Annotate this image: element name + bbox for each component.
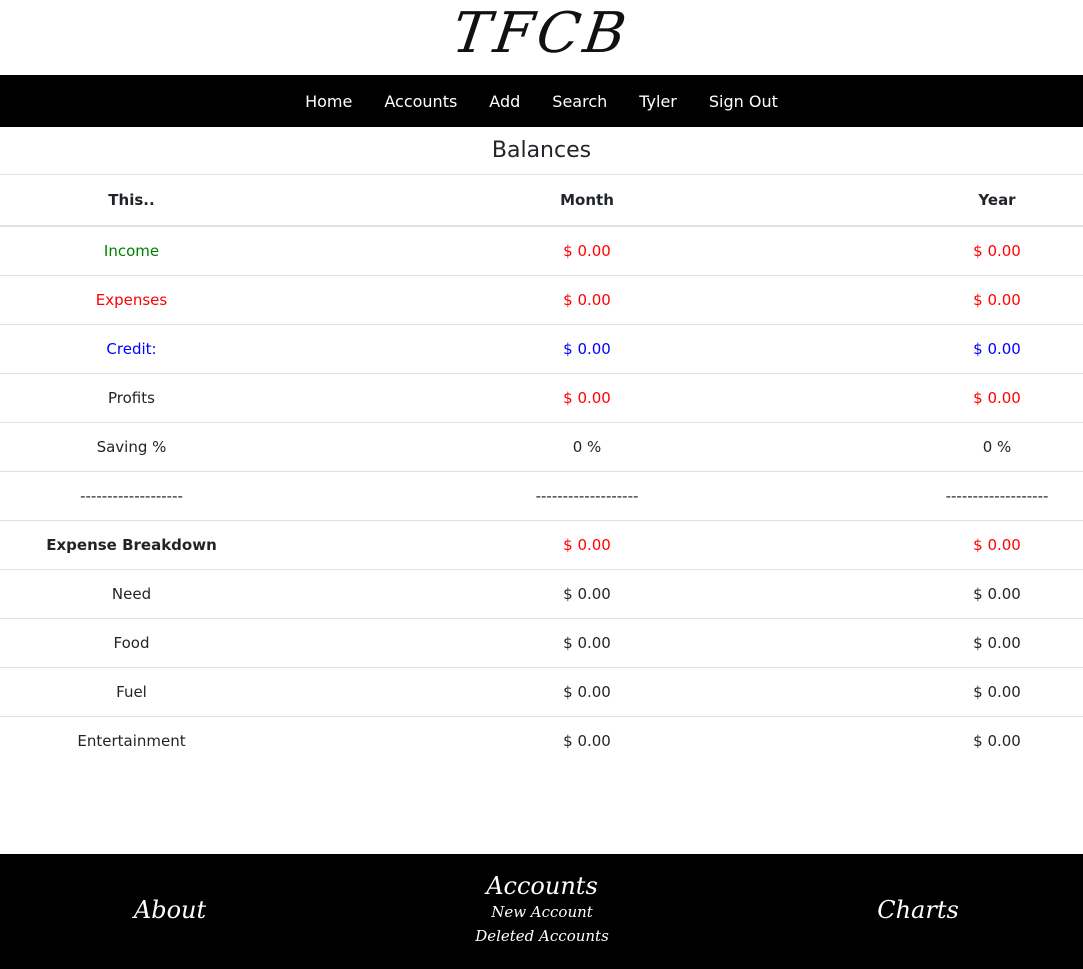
expenses-year-value: $ 0.00 (911, 275, 1083, 325)
table-row-food: Food $ 0.00 $ 0.00 (0, 618, 1083, 668)
nav-search[interactable]: Search (536, 92, 623, 111)
nav-add[interactable]: Add (473, 92, 536, 111)
row-label-expense-breakdown: Expense Breakdown (0, 520, 263, 570)
page-title: Balances (0, 127, 1083, 175)
expenses-month-value: $ 0.00 (263, 275, 911, 325)
table-row-fuel: Fuel $ 0.00 $ 0.00 (0, 667, 1083, 717)
row-label-income: Income (103, 242, 160, 260)
profits-month-value: $ 0.00 (263, 373, 911, 423)
nav-home[interactable]: Home (289, 92, 368, 111)
footer-deleted-accounts-link[interactable]: Deleted Accounts (442, 924, 642, 948)
row-label-credit: Credit: (0, 324, 263, 374)
table-row-divider: ------------------- ------------------- … (0, 471, 1083, 521)
footer-about-link[interactable]: About (134, 896, 206, 924)
food-year-value: $ 0.00 (911, 618, 1083, 668)
row-label-saving: Saving % (0, 422, 263, 472)
income-month-value: $ 0.00 (563, 242, 611, 260)
balances-table: This.. Month Year Income $ 0.00 $ 0.00 E… (0, 175, 1083, 765)
breakdown-year-value: $ 0.00 (911, 520, 1083, 570)
table-row-need: Need $ 0.00 $ 0.00 (0, 569, 1083, 619)
table-row-credit: Credit: $ 0.00 $ 0.00 (0, 324, 1083, 374)
footer-accounts-col: Accounts New Account Deleted Accounts (442, 872, 642, 948)
row-label-food: Food (0, 618, 263, 668)
divider-month: ------------------- (263, 471, 911, 521)
table-row-expenses: Expenses $ 0.00 $ 0.00 (0, 275, 1083, 325)
brand-logo[interactable]: TFCB (449, 1, 634, 66)
footer-accounts-heading[interactable]: Accounts (442, 872, 642, 900)
credit-year-value: $ 0.00 (911, 324, 1083, 374)
footer-new-account-link[interactable]: New Account (442, 900, 642, 924)
table-row-income: Income $ 0.00 $ 0.00 (0, 226, 1083, 276)
header-this: This.. (0, 175, 263, 227)
nav-sign-out[interactable]: Sign Out (693, 92, 794, 111)
divider-label: ------------------- (0, 471, 263, 521)
main-navbar: Home Accounts Add Search Tyler Sign Out (0, 75, 1083, 127)
footer-charts-col: Charts (838, 896, 998, 924)
row-label-fuel: Fuel (0, 667, 263, 717)
row-label-expenses: Expenses (0, 275, 263, 325)
header-month: Month (263, 175, 911, 227)
row-label-need: Need (0, 569, 263, 619)
site-footer: About Accounts New Account Deleted Accou… (0, 854, 1083, 969)
entertainment-year-value: $ 0.00 (911, 716, 1083, 765)
brand-header: TFCB (0, 0, 1083, 75)
need-month-value: $ 0.00 (263, 569, 911, 619)
table-row-entertainment: Entertainment $ 0.00 $ 0.00 (0, 716, 1083, 765)
fuel-month-value: $ 0.00 (263, 667, 911, 717)
fuel-year-value: $ 0.00 (911, 667, 1083, 717)
header-year: Year (911, 175, 1083, 227)
nav-user[interactable]: Tyler (623, 92, 693, 111)
entertainment-month-value: $ 0.00 (263, 716, 911, 765)
table-row-expense-breakdown: Expense Breakdown $ 0.00 $ 0.00 (0, 520, 1083, 570)
row-label-entertainment: Entertainment (0, 716, 263, 765)
footer-charts-link[interactable]: Charts (877, 896, 959, 924)
saving-year-value: 0 % (911, 422, 1083, 472)
divider-year: ------------------- (911, 471, 1083, 521)
food-month-value: $ 0.00 (263, 618, 911, 668)
table-row-profits: Profits $ 0.00 $ 0.00 (0, 373, 1083, 423)
need-year-value: $ 0.00 (911, 569, 1083, 619)
table-row-saving: Saving % 0 % 0 % (0, 422, 1083, 472)
saving-month-value: 0 % (263, 422, 911, 472)
row-label-profits: Profits (0, 373, 263, 423)
income-year-value: $ 0.00 (973, 242, 1021, 260)
profits-year-value: $ 0.00 (911, 373, 1083, 423)
breakdown-month-value: $ 0.00 (263, 520, 911, 570)
nav-accounts[interactable]: Accounts (368, 92, 473, 111)
footer-about-col: About (90, 896, 250, 924)
credit-month-value: $ 0.00 (263, 324, 911, 374)
table-header-row: This.. Month Year (0, 175, 1083, 227)
